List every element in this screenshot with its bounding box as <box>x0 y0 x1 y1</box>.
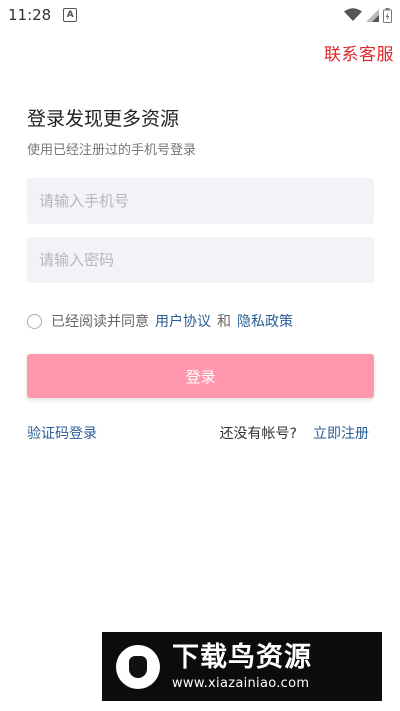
agree-prefix-text: 已经阅读并同意 <box>51 314 149 330</box>
agree-checkbox[interactable] <box>27 313 42 329</box>
privacy-policy-link[interactable]: 隐私政策 <box>237 311 293 331</box>
register-row: 还没有帐号? 立即注册 <box>220 423 369 443</box>
register-link[interactable]: 立即注册 <box>313 423 369 443</box>
phone-input[interactable] <box>27 178 374 224</box>
status-icons <box>344 7 392 23</box>
bird-logo-icon <box>116 644 160 689</box>
watermark-title: 下载鸟资源 <box>172 642 312 673</box>
page-title: 登录发现更多资源 <box>27 108 180 130</box>
code-login-link[interactable]: 验证码登录 <box>27 423 97 443</box>
status-bar: 11:28 A <box>0 0 400 30</box>
user-agreement-link[interactable]: 用户协议 <box>155 311 211 331</box>
status-time: 11:28 <box>8 6 52 24</box>
no-account-text: 还没有帐号? <box>219 426 297 442</box>
watermark-url: www.xiazainiao.com <box>172 676 310 691</box>
login-button[interactable]: 登录 <box>27 354 374 398</box>
page-subtitle: 使用已经注册过的手机号登录 <box>27 143 197 158</box>
and-text: 和 <box>217 314 231 330</box>
agreement-row: 已经阅读并同意 用户协议 和 隐私政策 <box>27 311 293 331</box>
watermark-text: 下载鸟资源 www.xiazainiao.com <box>172 642 312 691</box>
contact-support-link[interactable]: 联系客服 <box>324 40 394 65</box>
wifi-icon <box>344 8 362 21</box>
battery-icon <box>383 7 392 23</box>
status-left: 11:28 A <box>8 6 78 24</box>
password-input[interactable] <box>27 237 374 283</box>
signal-icon <box>366 8 379 22</box>
watermark-banner: 下载鸟资源 www.xiazainiao.com <box>102 632 382 701</box>
a-letter-icon: A <box>63 8 78 22</box>
